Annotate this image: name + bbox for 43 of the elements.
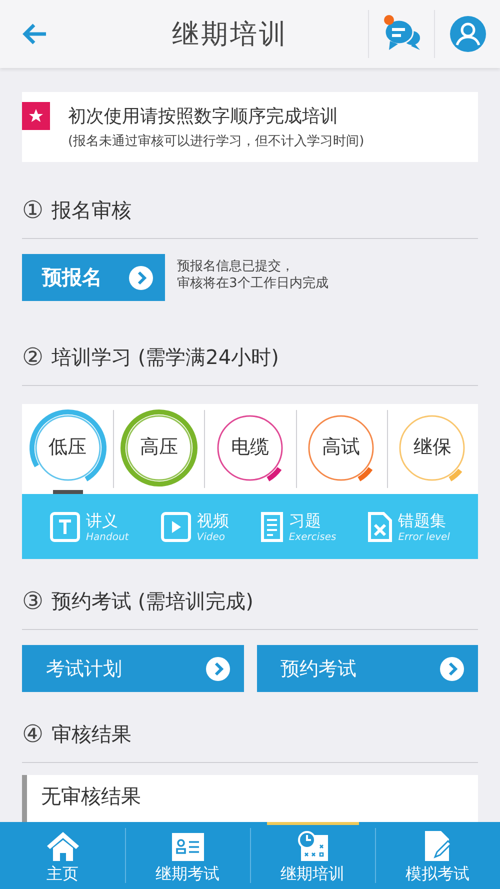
status-note: 审核将在3个工作日内完成 <box>177 274 328 292</box>
section-title: 预约考试 (需培训完成) <box>52 588 254 614</box>
document-x-icon <box>368 512 392 542</box>
study-tool-button[interactable]: 视频 Video <box>160 510 229 542</box>
notice-title: 初次使用请按照数字顺序完成培训 <box>68 105 339 128</box>
exam-action-button[interactable]: 预约考试 <box>256 645 478 692</box>
status-note: 预报名信息已提交， <box>177 258 295 274</box>
text-icon <box>50 512 80 542</box>
chevron-icon <box>206 656 230 680</box>
step-number: ④ <box>22 720 44 748</box>
course-tab[interactable]: 电缆 <box>204 404 296 494</box>
notice-subtitle: (报名未通过审核可以进行学习，但不计入学习时间) <box>68 133 364 150</box>
nav-tab[interactable]: 模拟考试 <box>375 822 500 889</box>
study-tool-button[interactable]: 讲义 Handout <box>50 510 129 542</box>
pen-document-icon <box>424 831 450 861</box>
chevron-icon <box>129 266 153 290</box>
nav-tab[interactable]: 继期考试 <box>125 822 250 889</box>
document-icon <box>260 512 283 542</box>
section-title: 报名审核 <box>52 196 132 224</box>
nav-tab[interactable]: 主页 <box>0 822 125 889</box>
exam-action-button[interactable]: 考试计划 <box>22 645 244 692</box>
id-card-icon <box>172 833 204 861</box>
nav-tab[interactable]: 继期培训 <box>250 822 375 889</box>
step-number: ③ <box>22 587 44 615</box>
chevron-icon <box>440 656 464 680</box>
step-number: ① <box>22 196 44 224</box>
clock-chart-icon <box>298 831 328 861</box>
course-tab[interactable]: 高压 <box>113 404 204 494</box>
home-icon <box>46 831 80 861</box>
course-tab[interactable]: 继保 <box>386 404 478 494</box>
study-tool-button[interactable]: 习题 Exercises <box>260 510 336 542</box>
result-text: 无审核结果 <box>41 784 141 808</box>
study-tool-button[interactable]: 错题集 Error level <box>368 510 450 542</box>
section-title: 审核结果 <box>52 720 132 748</box>
course-tab[interactable]: 低压 <box>22 404 114 494</box>
step-number: ② <box>22 343 44 371</box>
user-icon <box>450 16 486 52</box>
course-tab[interactable]: 高试 <box>296 404 387 494</box>
section-title: 培训学习 (需学满24小时) <box>52 344 279 370</box>
pre-register-button[interactable]: 预报名 <box>22 254 165 301</box>
back-arrow-icon <box>22 23 48 45</box>
page-title: 继期培训 <box>171 18 289 52</box>
play-icon <box>160 512 191 542</box>
